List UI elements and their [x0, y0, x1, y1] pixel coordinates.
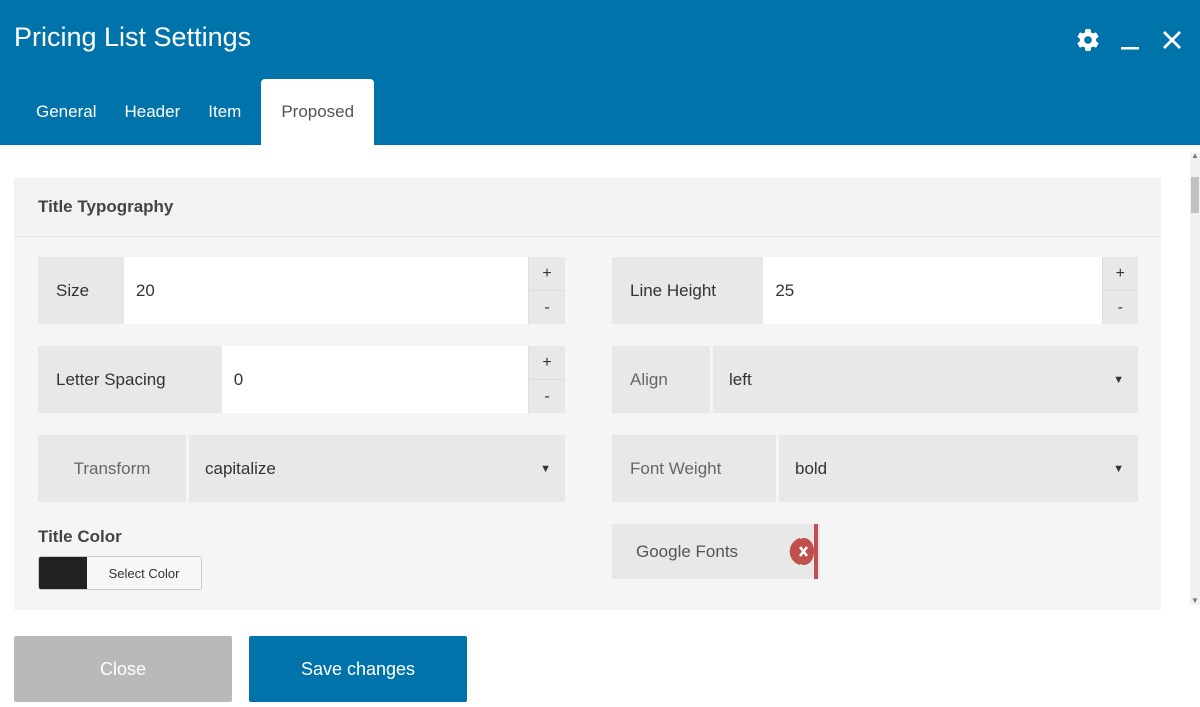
size-increment-button[interactable]: +: [529, 257, 565, 291]
letter-spacing-decrement-button[interactable]: -: [529, 380, 565, 413]
align-label: Align: [630, 369, 668, 389]
font-weight-value: bold: [795, 458, 828, 478]
tab-proposed[interactable]: Proposed: [261, 79, 375, 145]
scroll-up-arrow-icon[interactable]: ▲: [1191, 151, 1199, 160]
dialog-footer: Close Save changes: [0, 613, 1200, 707]
font-weight-select[interactable]: bold ▼: [776, 435, 1138, 502]
scroll-down-arrow-icon[interactable]: ▼: [1191, 596, 1199, 605]
align-value: left: [729, 369, 752, 389]
line-height-increment-button[interactable]: +: [1102, 257, 1139, 291]
title-color-picker[interactable]: Select Color: [38, 556, 202, 590]
letter-spacing-stepper: + -: [528, 346, 565, 413]
chevron-down-icon: ▼: [540, 462, 551, 475]
line-height-stepper: + -: [1101, 257, 1139, 324]
close-button[interactable]: Close: [14, 636, 232, 702]
align-select[interactable]: left ▼: [710, 346, 1138, 413]
gear-icon[interactable]: [1074, 26, 1102, 54]
scrollbar-thumb[interactable]: [1191, 177, 1199, 213]
chevron-down-icon: ▼: [1113, 462, 1124, 475]
color-swatch[interactable]: [39, 557, 87, 589]
line-height-control: Line Height 25 + -: [612, 257, 1139, 324]
transform-control: Transform capitalize ▼: [38, 435, 565, 502]
size-decrement-button[interactable]: -: [529, 291, 565, 324]
tab-general[interactable]: General: [22, 79, 110, 145]
window-controls: [1074, 26, 1186, 54]
google-fonts-toggle[interactable]: [788, 524, 820, 579]
minimize-icon[interactable]: [1116, 26, 1144, 54]
title-bar: Pricing List Settings General Header Ite…: [0, 0, 1200, 145]
google-fonts-label: Google Fonts: [636, 541, 739, 561]
letter-spacing-label: Letter Spacing: [56, 369, 166, 389]
letter-spacing-control: Letter Spacing 0 + -: [38, 346, 565, 413]
save-changes-button[interactable]: Save changes: [249, 636, 467, 702]
tab-header[interactable]: Header: [110, 79, 194, 145]
transform-select[interactable]: capitalize ▼: [186, 435, 565, 502]
google-fonts-control: Google Fonts: [612, 524, 820, 579]
chevron-down-icon: ▼: [1113, 373, 1124, 386]
line-height-decrement-button[interactable]: -: [1103, 291, 1138, 324]
transform-value: capitalize: [205, 458, 276, 478]
size-control: Size 20 + -: [38, 257, 565, 324]
select-color-button[interactable]: Select Color: [87, 557, 201, 589]
size-label: Size: [56, 280, 90, 300]
letter-spacing-increment-button[interactable]: +: [529, 346, 565, 380]
tab-bar: General Header Item Proposed: [22, 79, 375, 145]
panel-heading: Title Typography: [14, 178, 1161, 237]
scrollbar[interactable]: ▲ ▼: [1190, 151, 1200, 605]
tab-item[interactable]: Item: [194, 79, 255, 145]
line-height-input[interactable]: 25: [763, 257, 1102, 324]
align-control: Align left ▼: [612, 346, 1138, 413]
size-input[interactable]: 20: [123, 257, 529, 324]
window-title: Pricing List Settings: [14, 22, 252, 52]
font-weight-label: Font Weight: [630, 458, 722, 478]
title-color-label: Title Color: [38, 527, 122, 546]
transform-label: Transform: [73, 458, 151, 478]
size-stepper: + -: [528, 257, 565, 324]
line-height-label: Line Height: [630, 280, 717, 300]
font-weight-control: Font Weight bold ▼: [612, 435, 1138, 502]
close-icon[interactable]: [1158, 26, 1186, 54]
letter-spacing-input[interactable]: 0: [221, 346, 529, 413]
